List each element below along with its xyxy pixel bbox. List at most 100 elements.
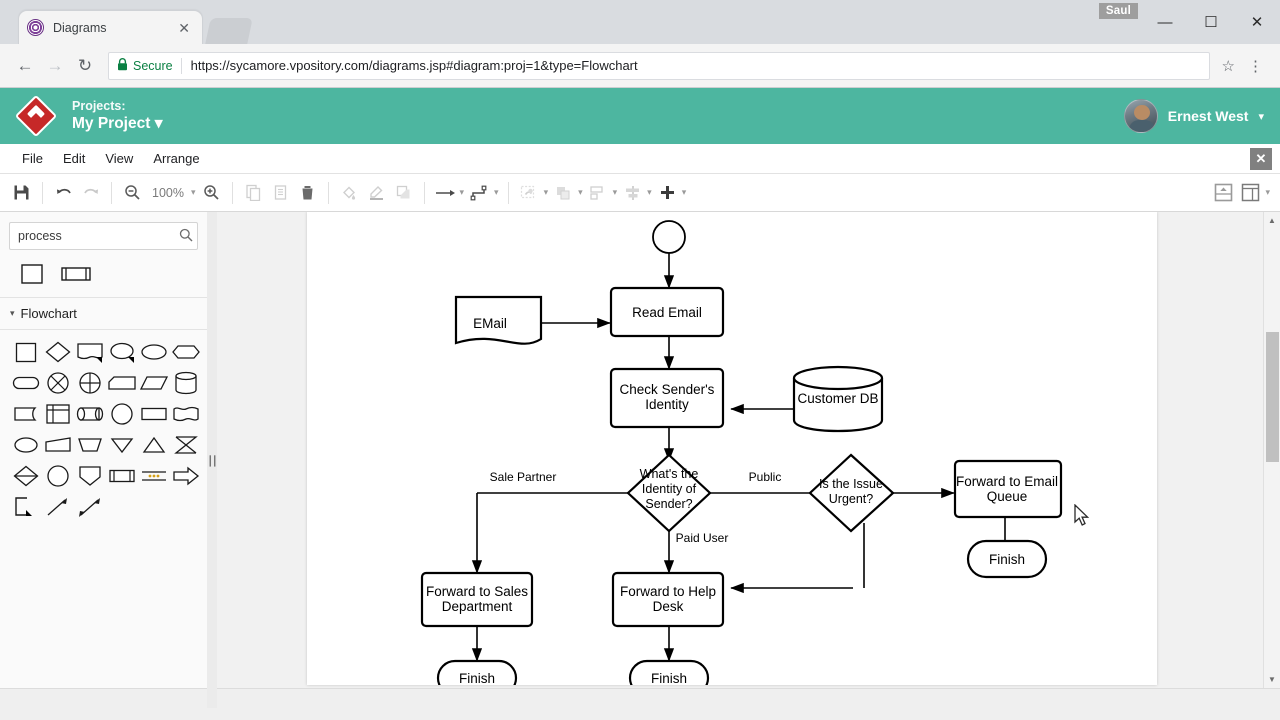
reload-icon[interactable]: ↻ xyxy=(70,51,100,81)
diagram-canvas[interactable]: EMail Read Email Check Sender's Identity xyxy=(208,212,1280,708)
shape-punched-tape[interactable] xyxy=(138,464,170,488)
minimize-icon[interactable]: — xyxy=(1142,0,1188,44)
window-close-icon[interactable]: ✕ xyxy=(1234,0,1280,44)
to-front-icon xyxy=(550,179,577,206)
shape-trapezoid-right[interactable] xyxy=(42,433,74,457)
search-shapes-box[interactable] xyxy=(9,222,198,250)
chevron-down-icon: ▾ xyxy=(578,187,583,197)
outline-panel-icon[interactable] xyxy=(1210,179,1237,206)
node-urgent-decision[interactable]: Is the Issue Urgent? xyxy=(808,453,895,533)
menu-item-file[interactable]: File xyxy=(12,147,53,170)
node-email[interactable]: EMail xyxy=(454,295,543,345)
shape-diamond[interactable] xyxy=(42,340,74,364)
shape-manual-operation[interactable] xyxy=(74,433,106,457)
chevron-down-icon[interactable]: ▾ xyxy=(1265,187,1270,198)
toolbar-divider xyxy=(231,181,233,204)
browser-menu-icon[interactable]: ⋮ xyxy=(1241,57,1270,75)
waypoint-icon[interactable] xyxy=(466,179,493,206)
shape-parallelogram[interactable] xyxy=(138,371,170,395)
insert-icon[interactable] xyxy=(654,179,681,206)
menu-item-arrange[interactable]: Arrange xyxy=(143,147,209,170)
scroll-up-icon[interactable]: ▲ xyxy=(1264,212,1280,229)
shape-triangle-down[interactable] xyxy=(106,433,138,457)
shape-predefined[interactable] xyxy=(106,464,138,488)
project-selector[interactable]: Projects: My Project ▾ xyxy=(72,99,162,134)
node-check-sender[interactable]: Check Sender's Identity xyxy=(609,367,725,429)
close-icon[interactable]: ✕ xyxy=(174,19,194,37)
menu-item-view[interactable]: View xyxy=(95,147,143,170)
shape-rectangle[interactable] xyxy=(10,340,42,364)
node-identity-decision[interactable]: What's the Identity of Sender? xyxy=(626,453,712,533)
browser-tab[interactable]: Diagrams ✕ xyxy=(18,10,203,44)
shape-line-arrow[interactable] xyxy=(42,495,74,519)
node-help-desk[interactable]: Forward to Help Desk xyxy=(611,571,725,628)
new-tab-button[interactable] xyxy=(205,18,253,44)
flowchart-svg[interactable]: EMail Read Email Check Sender's Identity xyxy=(307,212,1157,697)
maximize-icon[interactable]: ☐ xyxy=(1188,0,1234,44)
connection-arrow-icon[interactable] xyxy=(432,179,459,206)
canvas-page[interactable]: EMail Read Email Check Sender's Identity xyxy=(307,212,1157,697)
format-panel-icon[interactable] xyxy=(1237,179,1264,206)
shape-corner-bracket[interactable] xyxy=(10,495,42,519)
shape-hexagon-flat[interactable] xyxy=(170,340,202,364)
shape-cylinder[interactable] xyxy=(170,371,202,395)
user-menu[interactable]: Ernest West ▾ xyxy=(1123,88,1264,144)
shape-circle-cross[interactable] xyxy=(42,371,74,395)
close-editor-button[interactable]: ✕ xyxy=(1250,148,1272,170)
node-sales-department[interactable]: Forward to Sales Department xyxy=(420,571,534,628)
shape-terminator[interactable] xyxy=(10,371,42,395)
project-name[interactable]: My Project ▾ xyxy=(72,114,162,133)
node-read-email[interactable]: Read Email xyxy=(609,286,725,338)
chevron-down-icon[interactable]: ▾ xyxy=(682,187,687,198)
undo-icon[interactable] xyxy=(50,179,77,206)
search-input[interactable] xyxy=(18,229,179,243)
shape-card[interactable] xyxy=(106,371,138,395)
section-flowchart[interactable]: ▾ Flowchart xyxy=(0,298,207,330)
shape-ellipse-doc[interactable] xyxy=(106,340,138,364)
search-icon[interactable] xyxy=(179,228,193,245)
shape-tape-data[interactable] xyxy=(10,402,42,426)
shape-ellipse[interactable] xyxy=(10,433,42,457)
shape-internal-storage[interactable] xyxy=(42,402,74,426)
delete-icon[interactable] xyxy=(294,179,321,206)
shape-process[interactable] xyxy=(16,262,48,286)
shape-rounded-ellipse[interactable] xyxy=(138,340,170,364)
address-bar[interactable]: Secure https://sycamore.vpository.com/di… xyxy=(108,51,1210,80)
chevron-down-icon[interactable]: ▾ xyxy=(460,187,465,198)
scroll-down-icon[interactable]: ▼ xyxy=(1264,671,1280,688)
shape-circle-plus[interactable] xyxy=(74,371,106,395)
bookmark-star-icon[interactable]: ☆ xyxy=(1216,57,1241,75)
menu-item-edit[interactable]: Edit xyxy=(53,147,95,170)
chevron-down-icon[interactable]: ▾ xyxy=(191,187,196,198)
zoom-level[interactable]: 100% xyxy=(146,186,190,200)
vertical-scroll-thumb[interactable] xyxy=(1266,332,1279,462)
shape-arrow-right[interactable] xyxy=(170,464,202,488)
back-icon[interactable]: ← xyxy=(10,51,40,81)
chevron-down-icon[interactable]: ▾ xyxy=(494,187,499,198)
node-start[interactable] xyxy=(652,220,686,254)
zoom-out-icon[interactable] xyxy=(119,179,146,206)
shape-document[interactable] xyxy=(74,340,106,364)
shape-extract-pentagon[interactable] xyxy=(74,464,106,488)
shape-hourglass[interactable] xyxy=(170,433,202,457)
app-logo[interactable] xyxy=(0,88,72,144)
save-icon[interactable] xyxy=(8,179,35,206)
node-email-queue[interactable]: Forward to Email Queue xyxy=(953,459,1063,519)
shape-predefined-process[interactable] xyxy=(60,262,92,286)
shape-process-plain[interactable] xyxy=(138,402,170,426)
shape-direct-data[interactable] xyxy=(74,402,106,426)
vertical-scrollbar[interactable]: ▲ ▼ xyxy=(1263,212,1280,688)
node-finish-queue[interactable]: Finish xyxy=(966,539,1048,579)
shape-double-arrow[interactable] xyxy=(74,495,106,519)
shape-triangle-up[interactable] xyxy=(138,433,170,457)
shape-connector-circle[interactable] xyxy=(42,464,74,488)
toolbar-divider xyxy=(111,181,112,204)
zoom-in-icon[interactable] xyxy=(198,179,225,206)
shape-wave-document[interactable] xyxy=(170,402,202,426)
node-customer-db[interactable]: Customer DB xyxy=(792,365,884,433)
shape-circle[interactable] xyxy=(106,402,138,426)
node-finish-sales[interactable]: Finish xyxy=(436,659,518,697)
shape-decision[interactable] xyxy=(10,464,42,488)
sidebar-splitter[interactable]: ∣∣ xyxy=(207,212,218,708)
node-finish-helpdesk[interactable]: Finish xyxy=(628,659,710,697)
